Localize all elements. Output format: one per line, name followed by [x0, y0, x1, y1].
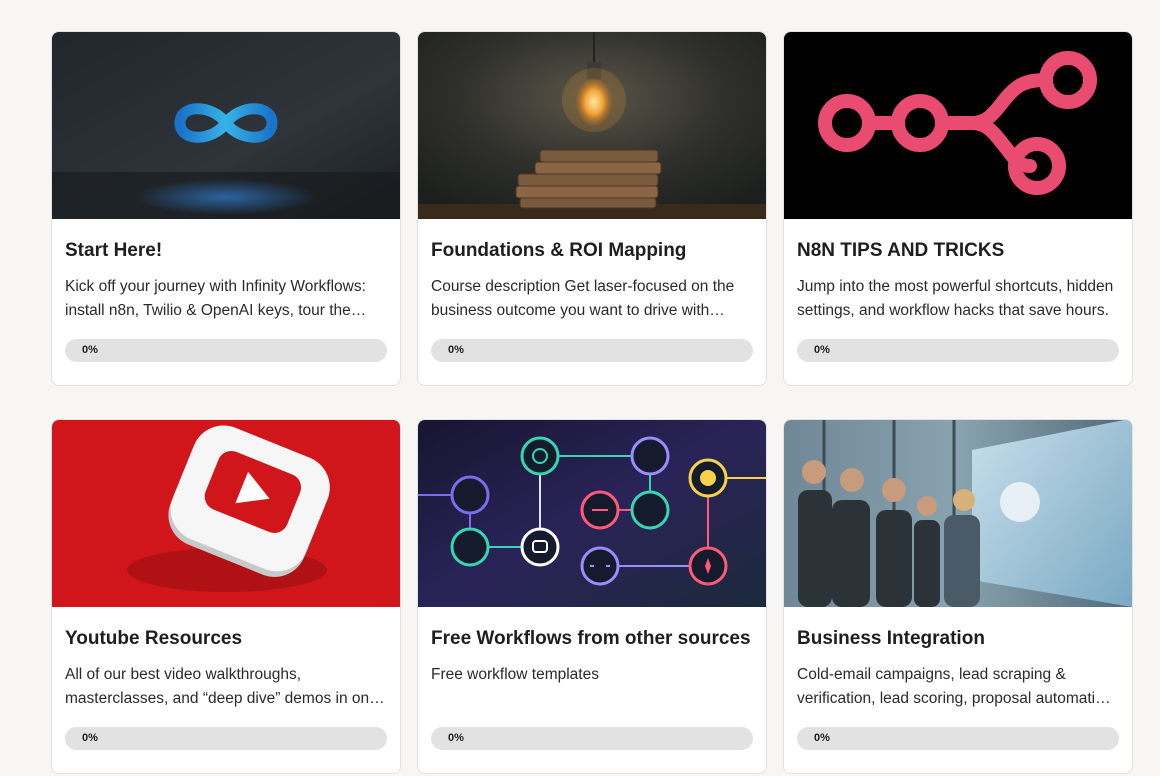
progress-bar: 0%	[797, 339, 1119, 362]
progress-bar: 0%	[797, 727, 1119, 750]
course-title: Free Workflows from other sources	[431, 628, 751, 649]
course-grid: Start Here! Kick off your journey with I…	[51, 31, 1133, 774]
n8n-logo-image	[784, 32, 1132, 219]
course-description: Kick off your journey with Infinity Work…	[65, 278, 366, 319]
course-title: Business Integration	[797, 628, 985, 649]
course-description: Course description Get laser-focused on …	[431, 278, 735, 319]
course-description: Jump into the most powerful shortcuts, h…	[797, 278, 1114, 319]
lightbulb-books-image	[418, 32, 766, 219]
course-card[interactable]: Free Workflows from other sources Free w…	[417, 419, 767, 774]
youtube-logo-image	[52, 420, 400, 607]
progress-label: 0%	[82, 732, 98, 744]
course-description: All of our best video walkthroughs, mast…	[65, 666, 378, 707]
course-card[interactable]: N8N TIPS AND TRICKS Jump into the most p…	[783, 31, 1133, 386]
workflow-nodes-image	[418, 420, 766, 607]
course-title: N8N TIPS AND TRICKS	[797, 240, 1005, 261]
course-title: Start Here!	[65, 240, 163, 261]
progress-bar: 0%	[65, 727, 387, 750]
progress-label: 0%	[448, 344, 464, 356]
progress-bar: 0%	[431, 339, 753, 362]
progress-label: 0%	[814, 344, 830, 356]
course-title: Foundations & ROI Mapping	[431, 240, 687, 261]
infinity-logo-image	[52, 32, 400, 219]
progress-bar: 0%	[65, 339, 387, 362]
course-card[interactable]: Foundations & ROI Mapping Course descrip…	[417, 31, 767, 386]
progress-label: 0%	[448, 732, 464, 744]
course-card[interactable]: Business Integration Cold-email campaign…	[783, 419, 1133, 774]
course-card[interactable]: Youtube Resources All of our best video …	[51, 419, 401, 774]
business-team-image	[784, 420, 1132, 607]
course-description: Cold-email campaigns, lead scraping & ve…	[797, 666, 1113, 707]
course-title: Youtube Resources	[65, 628, 243, 649]
progress-bar: 0%	[431, 727, 753, 750]
course-description: Free workflow templates	[431, 666, 599, 683]
course-card[interactable]: Start Here! Kick off your journey with I…	[51, 31, 401, 386]
progress-label: 0%	[814, 732, 830, 744]
progress-label: 0%	[82, 344, 98, 356]
